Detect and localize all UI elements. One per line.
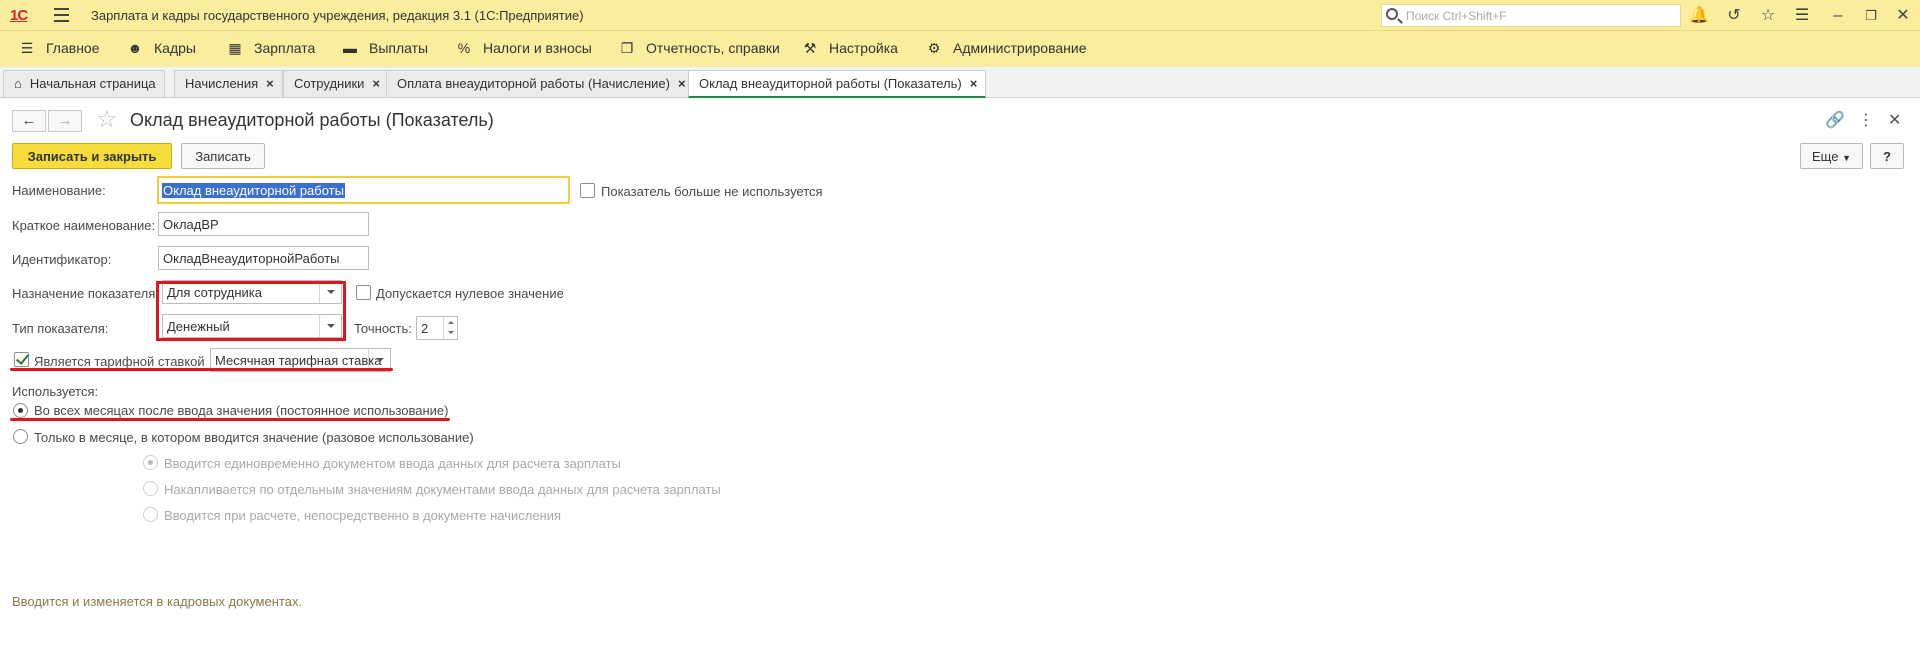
precision-stepper[interactable]: 2: [416, 316, 458, 340]
history-icon[interactable]: ↺: [1723, 5, 1745, 27]
chevron-down-icon: ▼: [1842, 153, 1851, 163]
search-icon: [1386, 8, 1398, 20]
tab-extracurricular-accrual[interactable]: Оплата внеаудиторной работы (Начисление)…: [386, 70, 695, 97]
menu-item-reports[interactable]: ❐ Отчетность, справки: [618, 40, 780, 60]
tariff-rate-select[interactable]: Месячная тарифная ставка: [210, 348, 391, 372]
menu-item-payments[interactable]: ▬ Выплаты: [341, 40, 428, 60]
favorites-star-icon[interactable]: ☆: [1757, 5, 1779, 27]
tab-employees[interactable]: Сотрудники ×: [283, 70, 390, 97]
sub-option-in-accrual-radio[interactable]: [143, 507, 158, 522]
usage-one-time-label: Только в месяце, в котором вводится знач…: [34, 430, 474, 445]
usage-label: Используется:: [12, 384, 99, 399]
percent-icon: %: [457, 40, 471, 56]
name-label: Наименование:: [12, 183, 106, 198]
title-bar: 1С Зарплата и кадры государственного учр…: [0, 0, 1920, 31]
close-form-icon[interactable]: ✕: [1888, 110, 1901, 130]
precision-label: Точность:: [354, 321, 412, 336]
main-menu-bar: ☰ Главное ☻ Кадры ▦ Зарплата ▬ Выплаты % Нало…: [0, 31, 1920, 67]
sub-option-accumulated-radio[interactable]: [143, 481, 158, 496]
close-icon[interactable]: ×: [970, 76, 978, 91]
short-name-label: Краткое наименование:: [12, 218, 156, 233]
usage-one-time-radio[interactable]: [13, 429, 28, 444]
sub-option-in-accrual-label: Вводится при расчете, непосредственно в …: [164, 508, 562, 523]
more-vertical-icon[interactable]: ⋮: [1858, 110, 1874, 130]
menu-hamburger-icon[interactable]: [54, 8, 69, 22]
wallet-icon: ▬: [343, 40, 357, 56]
close-icon[interactable]: ×: [266, 76, 274, 91]
stepper-arrows-icon[interactable]: [443, 317, 457, 339]
name-input[interactable]: Оклад внеаудиторной работы: [157, 176, 570, 204]
global-search-box[interactable]: [1381, 4, 1681, 27]
sub-option-single-entry-label: Вводится единовременно документом ввода …: [164, 456, 621, 471]
more-button[interactable]: Еще ▼: [1800, 143, 1863, 169]
purpose-select[interactable]: Для сотрудника: [162, 280, 342, 304]
footer-note: Вводится и изменяется в кадровых докумен…: [12, 594, 303, 609]
menu-item-taxes[interactable]: % Налоги и взносы: [455, 40, 592, 60]
close-window-icon[interactable]: ✕: [1892, 5, 1914, 27]
home-icon: ⌂: [14, 76, 22, 91]
close-icon[interactable]: ×: [678, 76, 686, 91]
menu-item-settings[interactable]: ⚒ Настройка: [801, 40, 898, 60]
minimize-icon[interactable]: –: [1827, 5, 1849, 27]
tab-bar: ⌂ Начальная страница Начисления × Сотрудни…: [0, 67, 1920, 98]
zero-allowed-checkbox[interactable]: [356, 285, 371, 300]
help-button[interactable]: ?: [1870, 143, 1904, 169]
menu-item-admin[interactable]: ⚙ Администрирование: [925, 40, 1087, 60]
menu-item-hr[interactable]: ☻ Кадры: [126, 40, 196, 60]
sub-option-accumulated-label: Накапливается по отдельным значениям док…: [164, 482, 721, 497]
zero-allowed-label: Допускается нулевое значение: [376, 286, 564, 301]
settings-menu-icon[interactable]: ☰: [1791, 5, 1813, 27]
purpose-label: Назначение показателя:: [12, 286, 159, 301]
hamburger-icon: ☰: [20, 40, 34, 56]
save-and-close-button[interactable]: Записать и закрыть: [12, 143, 172, 169]
close-icon[interactable]: ×: [372, 76, 380, 91]
app-title: Зарплата и кадры государственного учрежд…: [91, 8, 584, 23]
bell-icon[interactable]: 🔔: [1688, 5, 1710, 27]
tariff-rate-label: Является тарифной ставкой: [34, 354, 205, 369]
identifier-label: Идентификатор:: [12, 252, 112, 267]
people-icon: ☻: [127, 40, 143, 56]
page-title: Оклад внеаудиторной работы (Показатель): [130, 110, 494, 130]
calculator-icon: ▦: [228, 40, 242, 56]
link-icon[interactable]: 🔗: [1825, 110, 1845, 130]
favorite-star-icon[interactable]: ☆: [96, 106, 118, 134]
type-label: Тип показателя:: [12, 321, 109, 336]
back-button[interactable]: ←: [12, 110, 46, 132]
identifier-input[interactable]: ОкладВнеаудиторнойРаботы: [158, 246, 369, 270]
not-used-label: Показатель больше не используется: [601, 184, 823, 199]
menu-item-main[interactable]: ☰ Главное: [18, 40, 100, 60]
global-search-input[interactable]: [1404, 7, 1674, 24]
tab-home[interactable]: ⌂ Начальная страница: [3, 70, 165, 97]
report-icon: ❐: [620, 40, 634, 56]
save-button[interactable]: Записать: [181, 143, 265, 169]
arrow-left-icon: ←: [21, 112, 37, 129]
chevron-down-icon[interactable]: [368, 349, 390, 371]
not-used-checkbox[interactable]: [580, 183, 595, 198]
menu-item-salary[interactable]: ▦ Зарплата: [226, 40, 315, 60]
short-name-input[interactable]: ОкладВР: [158, 212, 369, 236]
tariff-rate-checkbox[interactable]: [14, 352, 29, 367]
gear-icon: ⚙: [927, 40, 941, 56]
forward-button[interactable]: →: [48, 110, 82, 132]
wrench-icon: ⚒: [803, 40, 817, 56]
arrow-right-icon: →: [57, 112, 73, 129]
highlight-underline: [10, 418, 450, 421]
restore-icon[interactable]: ❐: [1860, 5, 1882, 27]
tab-accruals[interactable]: Начисления ×: [174, 70, 283, 97]
usage-permanent-label: Во всех месяцах после ввода значения (по…: [34, 403, 449, 418]
type-select[interactable]: Денежный: [162, 314, 342, 338]
tab-extracurricular-indicator[interactable]: Оклад внеаудиторной работы (Показатель) ×: [688, 70, 987, 98]
chevron-down-icon[interactable]: [319, 281, 341, 303]
chevron-down-icon[interactable]: [319, 315, 341, 337]
sub-option-single-entry-radio[interactable]: [143, 455, 158, 470]
usage-permanent-radio[interactable]: [13, 403, 28, 418]
1c-logo[interactable]: 1С: [10, 7, 28, 24]
